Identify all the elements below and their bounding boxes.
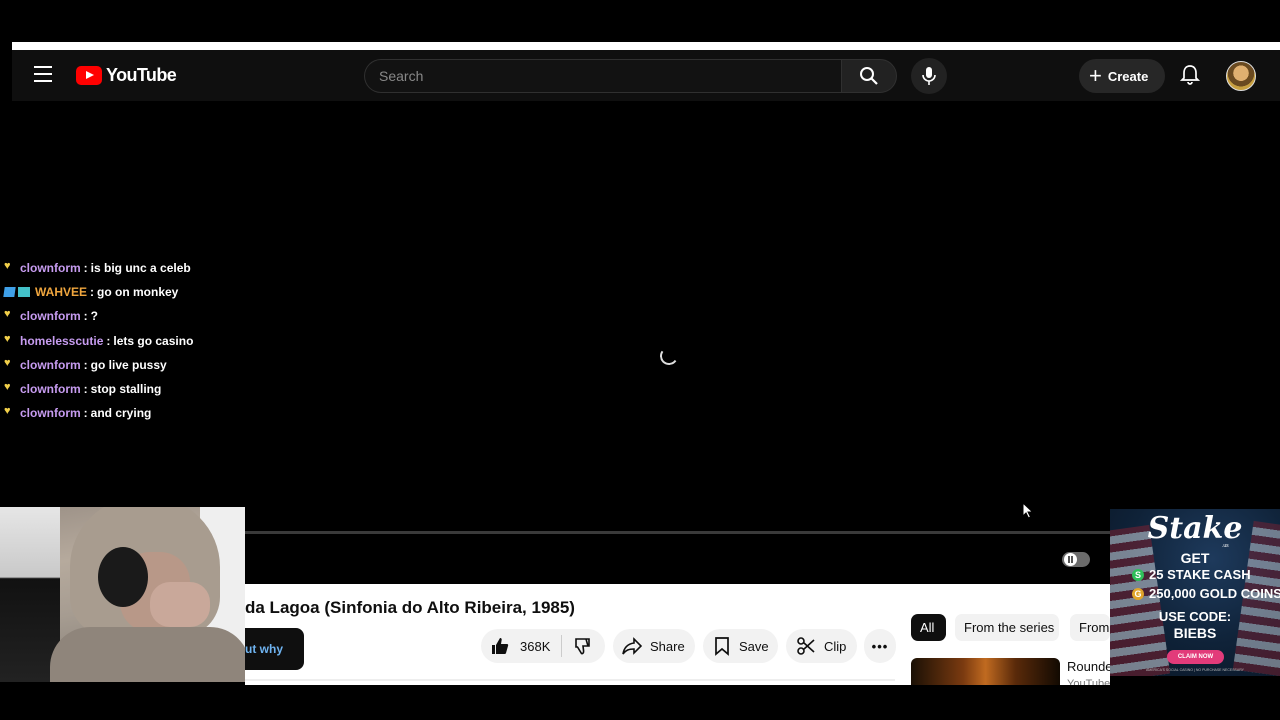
like-dislike-group: 368K [481,629,605,663]
chat-text: ? [90,309,99,324]
chat-message: clownform:? [4,304,244,328]
chip-from[interactable]: From [1070,614,1110,641]
chat-text: and crying [90,406,152,421]
ad-line1: 25 STAKE CASH [1149,567,1251,582]
share-icon [622,637,642,655]
chat-username[interactable]: clownform [20,382,81,396]
more-actions-button[interactable]: ••• [864,629,896,663]
thumbs-down-icon [575,638,590,655]
share-button[interactable]: Share [613,629,695,663]
mic-icon [922,67,936,85]
create-label: Create [1107,68,1149,84]
avatar[interactable] [1226,61,1256,91]
chat-text: is big unc a celeb [90,261,191,276]
menu-icon[interactable] [34,66,52,82]
chat-text: lets go casino [113,333,194,348]
sponsor-ad: Stake .us GET S 25 STAKE CASH G 250,000 … [1110,509,1280,676]
chat-username[interactable]: clownform [20,309,81,323]
chat-text: stop stalling [90,382,162,397]
youtube-logo-icon [76,66,102,85]
loading-spinner-icon [658,345,680,367]
subscriber-badge-icon [4,287,30,298]
ad-fine-print: AMERICA'S SOCIAL CASINO | NO PURCHASE NE… [1145,668,1245,672]
ad-code: BIEBS [1173,625,1217,641]
chat-separator: : [90,285,95,300]
chat-username[interactable]: homelesscutie [20,334,103,348]
dislike-button[interactable] [562,636,592,656]
like-count: 368K [520,638,551,654]
search-input[interactable]: Search [364,59,841,93]
save-button[interactable]: Save [703,629,778,663]
chat-message: clownform:go live pussy [4,353,244,377]
claim-now-button[interactable]: CLAIM NOW [1167,650,1224,664]
recommended-video-title[interactable]: Rounde [1067,659,1110,674]
video-title: da Lagoa (Sinfonia do Alto Ribeira, 1985… [245,598,575,617]
voice-search-button[interactable] [911,58,947,94]
clip-label: Clip [824,638,847,654]
like-button[interactable]: 368K [481,635,562,657]
heart-badge-icon [4,333,15,346]
chat-message: homelesscutie:lets go casino [4,329,244,353]
stake-cash-coin-icon: S [1132,568,1144,581]
bookmark-icon [715,637,729,656]
ad-use-code: USE CODE: [1158,609,1232,624]
bell-icon [1179,65,1201,85]
chat-separator: : [83,406,88,421]
youtube-logo[interactable]: YouTube [76,65,177,86]
chat-username[interactable]: clownform [20,406,81,420]
autoplay-toggle[interactable] [1062,552,1090,567]
stake-logo: Stake [1147,511,1243,546]
heart-badge-icon [4,357,15,370]
browser-strip [12,42,1280,50]
chat-username[interactable]: clownform [20,261,81,275]
chat-text: go live pussy [90,357,167,372]
mouse-cursor-icon [1022,502,1034,519]
heart-badge-icon [4,381,15,394]
youtube-header: YouTube Search + Create [12,50,1280,101]
gold-coin-icon: G [1132,587,1144,600]
chat-message: clownform:and crying [4,401,244,425]
video-progress-bar[interactable] [245,531,1110,534]
scissors-icon [797,637,815,655]
share-label: Share [650,638,685,654]
divider [245,679,895,681]
recommended-video-channel: YouTube Movies & TV [1067,678,1110,685]
why-button[interactable]: ut why [245,628,304,670]
chat-separator: : [83,261,88,276]
chat-message: WAHVEE: go on monkey [4,280,244,304]
ad-get: GET [1180,550,1210,566]
chat-overlay: clownform:is big unc a celebWAHVEE:go on… [4,256,244,425]
plus-icon: + [1089,63,1102,88]
ad-line2: 250,000 GOLD COINS [1149,586,1280,601]
chat-separator: : [106,333,111,348]
chat-message: clownform:is big unc a celeb [4,256,244,280]
chip-all[interactable]: All [911,614,946,641]
heart-badge-icon [4,308,15,321]
chat-separator: : [83,309,88,324]
clip-button[interactable]: Clip [786,629,857,663]
chat-username[interactable]: clownform [20,358,81,372]
save-label: Save [739,638,769,654]
more-icon: ••• [871,638,889,654]
chat-text: go on monkey [97,285,179,300]
chat-message: clownform:stop stalling [4,377,244,401]
chat-username[interactable]: WAHVEE [35,285,87,299]
ad-line-gold-coins: G 250,000 GOLD COINS [1132,586,1280,601]
create-button[interactable]: + Create [1079,59,1165,93]
chat-separator: : [83,382,88,397]
notifications-button[interactable] [1178,63,1202,87]
webcam-overlay [0,507,245,682]
heart-badge-icon [4,405,15,418]
stake-logo-sub: .us [1222,543,1229,549]
thumbs-up-icon [492,638,509,654]
chip-from-the-series[interactable]: From the series [955,614,1059,641]
search-icon [860,67,878,85]
recommended-video-thumbnail[interactable] [911,658,1060,685]
heart-badge-icon [4,260,15,273]
chat-separator: : [83,357,88,372]
logo-text: YouTube [106,65,177,85]
search-button[interactable] [841,59,897,93]
ad-line-stake-cash: S 25 STAKE CASH [1132,567,1251,582]
stream-screen: YouTube Search + Create clownform:is big… [0,0,1280,720]
